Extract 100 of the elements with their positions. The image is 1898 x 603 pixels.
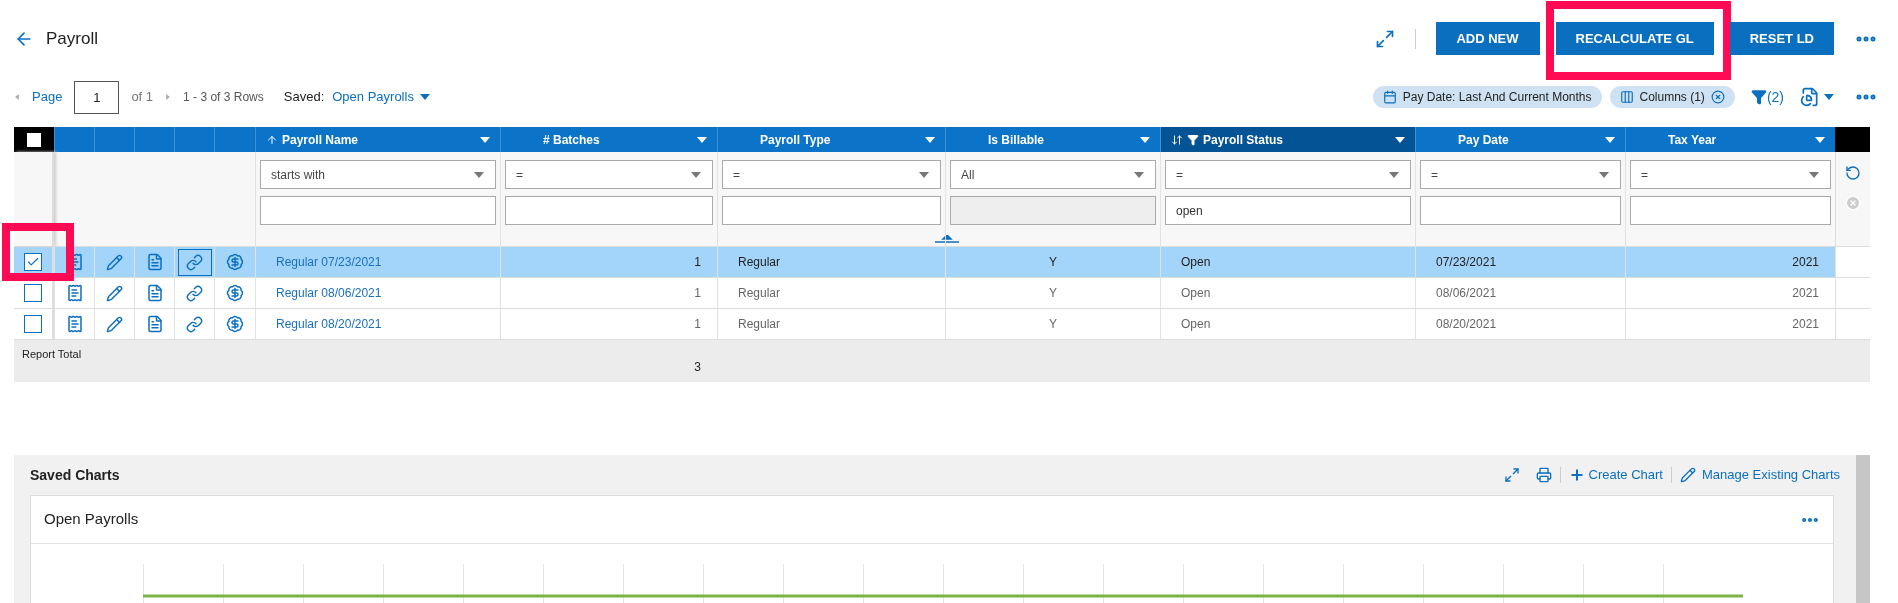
caret-icon bbox=[1808, 171, 1820, 178]
table-cell: Regular bbox=[717, 309, 945, 339]
dollar-document-icon[interactable] bbox=[226, 315, 244, 333]
table-cell: 08/06/2021 bbox=[1415, 278, 1625, 308]
payroll-name-link[interactable]: Regular 07/23/2021 bbox=[255, 247, 500, 277]
table-cell: Y bbox=[945, 278, 1160, 308]
total-batches: 3 bbox=[694, 359, 701, 376]
table-cell: Y bbox=[945, 247, 1160, 277]
caret-icon bbox=[925, 136, 935, 143]
table-cell: Open bbox=[1160, 247, 1415, 277]
table-row[interactable]: Regular 07/23/2021 1 Regular Y Open 07/23/2021 2021 bbox=[14, 247, 1870, 278]
link-button[interactable] bbox=[177, 248, 212, 276]
chip-label: Pay Date: Last And Current Months bbox=[1402, 89, 1592, 106]
caret-icon bbox=[697, 136, 707, 143]
filter-input[interactable] bbox=[505, 196, 713, 225]
caret-icon bbox=[1605, 136, 1615, 143]
table-cell: Open bbox=[1160, 309, 1415, 339]
print-icon[interactable] bbox=[1535, 467, 1552, 483]
header-cell bbox=[1835, 127, 1870, 152]
dollar-document-icon[interactable] bbox=[226, 253, 244, 271]
document-icon[interactable] bbox=[145, 315, 164, 333]
row-checkbox[interactable] bbox=[24, 284, 42, 302]
document-icon[interactable] bbox=[145, 253, 164, 271]
collapse-icon[interactable] bbox=[934, 235, 960, 243]
caret-icon bbox=[1388, 171, 1400, 178]
action-button[interactable]: RECALCULATE GL bbox=[1555, 22, 1714, 55]
row-checkbox[interactable] bbox=[24, 315, 42, 333]
edit-icon[interactable] bbox=[106, 284, 123, 302]
document-icon[interactable] bbox=[145, 284, 164, 302]
edit-icon[interactable] bbox=[106, 253, 123, 271]
caret-icon bbox=[918, 171, 930, 178]
action-button[interactable]: ADD NEW bbox=[1435, 22, 1540, 55]
filter-chip[interactable]: Pay Date: Last And Current Months bbox=[1372, 86, 1602, 108]
sort-icon[interactable] bbox=[1171, 133, 1183, 146]
filter-icon[interactable] bbox=[1750, 89, 1767, 105]
operator-dropdown[interactable]: = bbox=[722, 160, 941, 189]
operator-dropdown[interactable]: starts with bbox=[260, 160, 496, 189]
sort-up-icon[interactable] bbox=[266, 133, 278, 146]
table-cell: 1 bbox=[500, 309, 717, 339]
report-total-label: Report Total bbox=[22, 348, 82, 360]
column-header[interactable]: Payroll Status bbox=[1160, 127, 1415, 152]
filter-input[interactable] bbox=[260, 196, 496, 225]
caret-icon bbox=[1395, 136, 1405, 143]
link-icon bbox=[186, 284, 203, 302]
link-icon bbox=[186, 253, 203, 271]
columns-icon bbox=[1619, 90, 1634, 104]
row-count: 1 - 3 of 3 Rows bbox=[183, 89, 264, 106]
table-cell: 1 bbox=[500, 278, 717, 308]
report-chart-icon[interactable] bbox=[1800, 87, 1820, 107]
filter-input[interactable]: open bbox=[1165, 196, 1411, 225]
section-title: Saved Charts bbox=[30, 465, 120, 485]
row-checkbox[interactable] bbox=[24, 253, 42, 271]
manage-charts-button[interactable]: Manage Existing Charts bbox=[1680, 465, 1840, 485]
scrollbar[interactable] bbox=[1856, 455, 1870, 603]
saved-view-dropdown[interactable]: Open Payrolls bbox=[332, 87, 430, 107]
payroll-name-link[interactable]: Regular 08/06/2021 bbox=[255, 278, 500, 308]
page-input[interactable]: 1 bbox=[74, 80, 120, 114]
table-cell: Open bbox=[1160, 278, 1415, 308]
filter-input[interactable] bbox=[1420, 196, 1621, 225]
table-row[interactable]: Regular 08/06/2021 1 Regular Y Open 08/06/2021 2021 bbox=[14, 278, 1870, 309]
table-cell: 08/20/2021 bbox=[1415, 309, 1625, 339]
caret-icon bbox=[1133, 171, 1145, 178]
table-cell: Regular bbox=[717, 247, 945, 277]
filter-icon bbox=[1187, 133, 1199, 146]
create-chart-button[interactable]: Create Chart bbox=[1568, 465, 1663, 485]
payroll-name-link[interactable]: Regular 08/20/2021 bbox=[255, 309, 500, 339]
table-row[interactable]: Regular 08/20/2021 1 Regular Y Open 08/20/2021 2021 bbox=[14, 309, 1870, 340]
payslip-icon[interactable] bbox=[65, 315, 84, 333]
remove-icon[interactable] bbox=[1710, 90, 1725, 104]
operator-dropdown[interactable]: = bbox=[1420, 160, 1621, 189]
page-label: Page bbox=[32, 88, 63, 107]
filter-input[interactable] bbox=[1630, 196, 1831, 225]
table-cell: Regular bbox=[717, 278, 945, 308]
operator-dropdown[interactable]: = bbox=[505, 160, 713, 189]
table-cell: Y bbox=[945, 309, 1160, 339]
action-button[interactable]: RESET LD bbox=[1729, 22, 1834, 55]
caret-icon bbox=[1824, 94, 1834, 100]
chart-title: Open Payrolls bbox=[44, 509, 139, 530]
check-icon bbox=[26, 255, 40, 269]
caret-icon bbox=[1140, 136, 1150, 143]
page-title: Payroll bbox=[46, 27, 98, 50]
table-cell: 07/23/2021 bbox=[1415, 247, 1625, 277]
plus-icon bbox=[1568, 467, 1585, 483]
calendar-icon bbox=[1382, 90, 1397, 104]
filter-chip[interactable]: Columns (1) bbox=[1609, 86, 1735, 108]
reset-icon[interactable] bbox=[1845, 165, 1861, 181]
expand-icon[interactable] bbox=[1374, 28, 1395, 49]
dollar-document-icon[interactable] bbox=[226, 284, 244, 302]
operator-dropdown[interactable]: = bbox=[1165, 160, 1411, 189]
caret-icon bbox=[1815, 136, 1825, 143]
filter-input[interactable] bbox=[722, 196, 941, 225]
select-all-checkbox[interactable] bbox=[27, 132, 41, 147]
operator-dropdown[interactable]: = bbox=[1630, 160, 1831, 189]
expand-icon[interactable] bbox=[1503, 467, 1520, 483]
payslip-icon[interactable] bbox=[65, 284, 84, 302]
edit-icon[interactable] bbox=[106, 315, 123, 333]
page-count: of 1 bbox=[131, 88, 154, 107]
caret-icon bbox=[1598, 171, 1610, 178]
filter-count[interactable]: (2) bbox=[1766, 86, 1784, 108]
caret-icon bbox=[690, 171, 702, 178]
